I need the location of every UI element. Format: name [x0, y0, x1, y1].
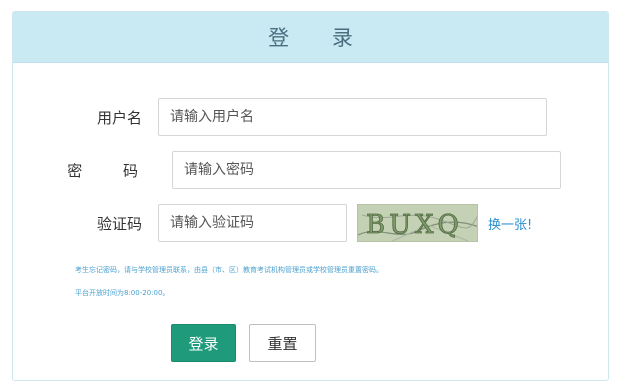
refresh-captcha-link[interactable]: 换一张! [488, 214, 532, 233]
captcha-text: BUXQ [366, 210, 463, 240]
captcha-image[interactable]: BUXQ [357, 204, 478, 242]
password-label: 密 码 [67, 161, 156, 180]
username-input[interactable] [158, 98, 547, 136]
reset-button[interactable]: 重置 [249, 324, 316, 362]
notice-open-hours: 平台开放时间为8:00-20:00。 [75, 289, 170, 297]
page-title: 登 录 [268, 26, 371, 50]
password-row: 密 码 [13, 151, 561, 189]
username-row: 用户名 [13, 98, 547, 136]
panel-header: 登 录 [13, 12, 608, 63]
login-button[interactable]: 登录 [171, 324, 236, 362]
password-input[interactable] [172, 151, 561, 189]
captcha-noise-graphic: BUXQ [358, 205, 477, 241]
login-panel: 登 录 用户名 密 码 验证码 BUXQ 换一张! 考生忘记密码，请与学校管理员… [12, 11, 609, 381]
username-label: 用户名 [96, 108, 142, 127]
captcha-input[interactable] [158, 204, 347, 242]
notice-reset-password: 考生忘记密码，请与学校管理员联系，由县（市、区）教育考试机构管理员或学校管理员重… [75, 266, 383, 274]
captcha-row: 验证码 BUXQ 换一张! [13, 204, 532, 242]
captcha-label: 验证码 [96, 214, 142, 233]
